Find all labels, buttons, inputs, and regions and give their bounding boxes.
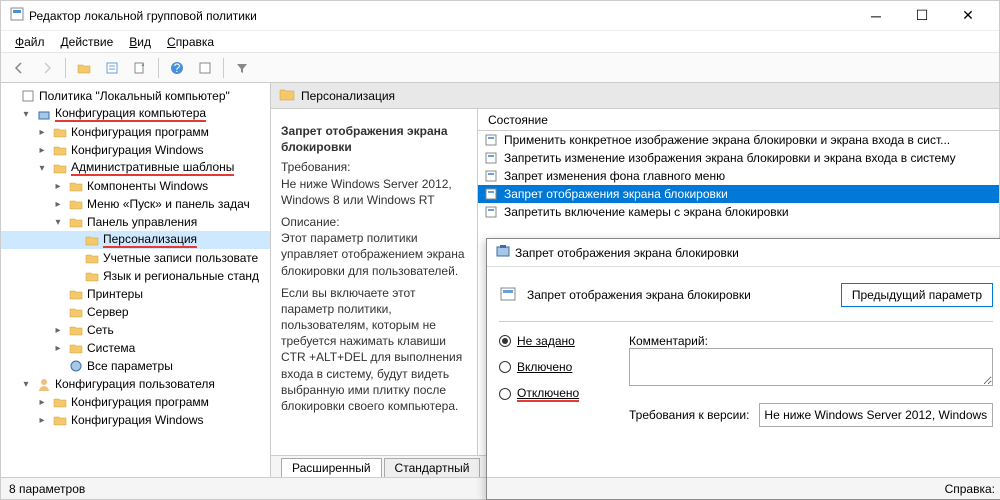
setting-title: Запрет отображения экрана блокировки [281, 124, 448, 154]
tab-extended[interactable]: Расширенный [281, 458, 382, 478]
tree-soft-config[interactable]: ▸Конфигурация программ [1, 123, 270, 141]
menubar: Файл Действие Вид Справка [1, 31, 999, 53]
dialog-statusbar: Справка: [487, 477, 1000, 499]
toolbar: ? [1, 53, 999, 83]
comment-label: Комментарий: [629, 334, 993, 348]
folder-icon [279, 87, 295, 104]
setting-row[interactable]: Запрет изменения фона главного меню [478, 167, 999, 185]
radio-enabled[interactable]: Включено [499, 360, 629, 374]
right-header: Персонализация [271, 83, 999, 109]
setting-row[interactable]: Применить конкретное изображение экрана … [478, 131, 999, 149]
tree-printers[interactable]: Принтеры [1, 285, 270, 303]
tree-user-accounts[interactable]: Учетные записи пользовате [1, 249, 270, 267]
tree-lang-regional[interactable]: Язык и региональные станд [1, 267, 270, 285]
tree-all-params[interactable]: Все параметры [1, 357, 270, 375]
tree-soft-config2[interactable]: ▸Конфигурация программ [1, 393, 270, 411]
req-field[interactable] [759, 403, 993, 427]
dialog-heading: Запрет отображения экрана блокировки [527, 288, 751, 302]
menu-help[interactable]: Справка [161, 33, 220, 51]
svg-text:?: ? [174, 61, 181, 75]
menu-view[interactable]: Вид [123, 33, 157, 51]
setting-row[interactable]: Запретить включение камеры с экрана блок… [478, 203, 999, 221]
dialog-titlebar: Запрет отображения экрана блокировки [487, 239, 1000, 267]
help-icon[interactable]: ? [165, 56, 189, 80]
app-icon [9, 6, 25, 25]
tree-pane[interactable]: Политика "Локальный компьютер" ▾Конфигур… [1, 83, 271, 477]
menu-file[interactable]: Файл [9, 33, 51, 51]
filter-icon[interactable] [230, 56, 254, 80]
tree-win-comp[interactable]: ▸Компоненты Windows [1, 177, 270, 195]
tree-personalization[interactable]: Персонализация [1, 231, 270, 249]
export-icon[interactable] [128, 56, 152, 80]
back-button[interactable] [7, 56, 31, 80]
tree-comp-config[interactable]: ▾Конфигурация компьютера [1, 105, 270, 123]
window-title: Редактор локальной групповой политики [25, 9, 853, 23]
tree-root[interactable]: Политика "Локальный компьютер" [1, 87, 270, 105]
radio-disabled[interactable]: Отключено [499, 386, 629, 402]
setting-row-selected[interactable]: Запрет отображения экрана блокировки [478, 185, 999, 203]
detail-pane: Запрет отображения экрана блокировки Тре… [271, 109, 477, 455]
policy-dialog: Запрет отображения экрана блокировки Зап… [486, 238, 1000, 500]
prev-setting-button[interactable]: Предыдущий параметр [841, 283, 993, 307]
tree-win-config2[interactable]: ▸Конфигурация Windows [1, 411, 270, 429]
setting-row[interactable]: Запретить изменение изображения экрана б… [478, 149, 999, 167]
column-state[interactable]: Состояние [478, 109, 999, 131]
props-icon[interactable] [193, 56, 217, 80]
tree-win-config[interactable]: ▸Конфигурация Windows [1, 141, 270, 159]
minimize-button[interactable]: ─ [853, 1, 899, 31]
dialog-help-label: Справка: [945, 482, 995, 496]
right-header-text: Персонализация [301, 89, 395, 103]
comment-field[interactable] [629, 348, 993, 386]
tree-start-menu[interactable]: ▸Меню «Пуск» и панель задач [1, 195, 270, 213]
req-label: Требования к версии: [629, 408, 749, 422]
list-icon[interactable] [100, 56, 124, 80]
status-text: 8 параметров [9, 482, 85, 496]
folder-up-icon[interactable] [72, 56, 96, 80]
tree-user-config[interactable]: ▾Конфигурация пользователя [1, 375, 270, 393]
tree-admin-tpl[interactable]: ▾Административные шаблоны [1, 159, 270, 177]
dialog-heading-icon [499, 285, 517, 306]
close-button[interactable]: ✕ [945, 1, 991, 31]
tree-ctrl-panel[interactable]: ▾Панель управления [1, 213, 270, 231]
radio-not-configured[interactable]: Не задано [499, 334, 629, 348]
dialog-icon [495, 243, 511, 262]
titlebar: Редактор локальной групповой политики ─ … [1, 1, 999, 31]
maximize-button[interactable]: ☐ [899, 1, 945, 31]
forward-button[interactable] [35, 56, 59, 80]
tree-server[interactable]: Сервер [1, 303, 270, 321]
tree-network[interactable]: ▸Сеть [1, 321, 270, 339]
dialog-title: Запрет отображения экрана блокировки [511, 246, 997, 260]
menu-action[interactable]: Действие [55, 33, 120, 51]
tree-system[interactable]: ▸Система [1, 339, 270, 357]
tab-standard[interactable]: Стандартный [384, 458, 481, 478]
